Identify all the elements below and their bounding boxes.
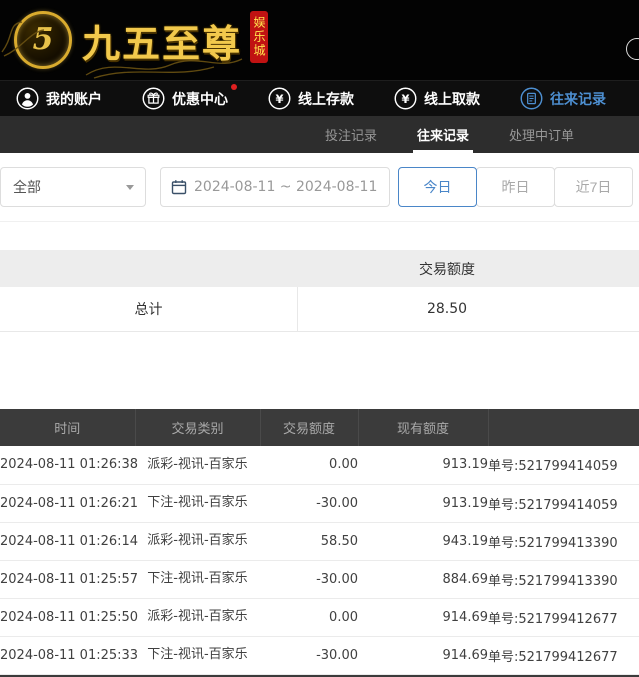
summary-table: 交易额度 总计 28.50	[0, 250, 639, 332]
cell-type: 派彩-视讯-百家乐	[135, 446, 260, 484]
col-header-type: 交易类别	[135, 409, 260, 446]
cell-order: 单号:521799412677	[488, 636, 639, 674]
records-section: 时间 交易类别 交易额度 现有额度 2024-08-11 01:26:38 派彩…	[0, 409, 639, 677]
table-row: 2024-08-11 01:25:33 下注-视讯-百家乐 -30.00 914…	[0, 636, 639, 674]
calendar-icon	[171, 179, 187, 195]
cell-time: 2024-08-11 01:26:14	[0, 522, 135, 560]
col-header-amount: 交易额度	[260, 409, 358, 446]
quick-range-group: 今日 昨日 近7日	[398, 167, 633, 207]
table-row: 2024-08-11 01:26:21 下注-视讯-百家乐 -30.00 913…	[0, 484, 639, 522]
cell-amount: 0.00	[260, 598, 358, 636]
tab-label: 处理中订单	[509, 125, 574, 144]
brand-tag: 娱乐城	[250, 11, 268, 63]
date-range-input[interactable]: 2024-08-11 ~ 2024-08-11	[160, 167, 390, 207]
svg-text:¥: ¥	[275, 92, 283, 106]
summary-total-row: 总计 28.50	[0, 287, 639, 332]
date-range-value: 2024-08-11 ~ 2024-08-11	[194, 179, 377, 195]
cell-balance: 914.69	[358, 636, 488, 674]
floating-widget-icon[interactable]	[626, 38, 639, 60]
col-header-time: 时间	[0, 409, 135, 446]
ornament-flourish-left	[0, 16, 60, 60]
nav-item-deposit[interactable]: ¥ 线上存款	[268, 87, 354, 110]
type-filter-value: 全部	[13, 177, 41, 197]
nav-item-withdraw[interactable]: ¥ 线上取款	[394, 87, 480, 110]
nav-label: 线上存款	[298, 89, 354, 109]
nav-label: 优惠中心	[172, 89, 228, 109]
nav-label: 线上取款	[424, 89, 480, 109]
col-header-order	[488, 409, 639, 446]
cell-amount: -30.00	[260, 560, 358, 598]
cell-amount: -30.00	[260, 484, 358, 522]
cell-amount: 0.00	[260, 446, 358, 484]
nav-label: 往来记录	[550, 89, 606, 109]
yesterday-button[interactable]: 昨日	[476, 167, 555, 207]
ornament-flourish-bottom	[84, 55, 244, 79]
cell-balance: 884.69	[358, 560, 488, 598]
chevron-down-icon	[126, 185, 134, 190]
cell-type: 派彩-视讯-百家乐	[135, 522, 260, 560]
filter-bar: 全部 2024-08-11 ~ 2024-08-11 今日 昨日 近7日	[0, 153, 639, 222]
cell-time: 2024-08-11 01:25:57	[0, 560, 135, 598]
summary-amount-header: 交易额度	[298, 259, 596, 279]
cell-amount: -30.00	[260, 636, 358, 674]
cell-type: 下注-视讯-百家乐	[135, 636, 260, 674]
records-icon	[520, 87, 543, 110]
subnav: 投注记录 往来记录 处理中订单	[0, 116, 639, 153]
main-nav: 我的账户 优惠中心 ¥ 线上存款 ¥ 线上取款	[0, 80, 639, 116]
user-icon	[16, 87, 39, 110]
cell-balance: 914.69	[358, 598, 488, 636]
tab-label: 投注记录	[325, 125, 377, 144]
cell-order: 单号:521799414059	[488, 446, 639, 484]
table-row: 2024-08-11 01:25:50 派彩-视讯-百家乐 0.00 914.6…	[0, 598, 639, 636]
last-7-days-button[interactable]: 近7日	[554, 167, 633, 207]
cell-type: 下注-视讯-百家乐	[135, 560, 260, 598]
cell-order: 单号:521799413390	[488, 560, 639, 598]
cell-time: 2024-08-11 01:26:21	[0, 484, 135, 522]
summary-header-row: 交易额度	[0, 250, 639, 287]
cell-order: 单号:521799413390	[488, 522, 639, 560]
cell-time: 2024-08-11 01:25:33	[0, 636, 135, 674]
cell-time: 2024-08-11 01:26:38	[0, 446, 135, 484]
cell-type: 下注-视讯-百家乐	[135, 484, 260, 522]
records-header-row: 时间 交易类别 交易额度 现有额度	[0, 409, 639, 446]
records-body: 2024-08-11 01:26:38 派彩-视讯-百家乐 0.00 913.1…	[0, 446, 639, 674]
cell-time: 2024-08-11 01:25:50	[0, 598, 135, 636]
nav-label: 我的账户	[46, 89, 102, 109]
cell-order: 单号:521799412677	[488, 598, 639, 636]
table-row: 2024-08-11 01:26:38 派彩-视讯-百家乐 0.00 913.1…	[0, 446, 639, 484]
svg-text:¥: ¥	[401, 92, 409, 106]
type-filter-select[interactable]: 全部	[0, 167, 146, 207]
table-row: 2024-08-11 01:25:57 下注-视讯-百家乐 -30.00 884…	[0, 560, 639, 598]
notification-dot	[231, 84, 237, 90]
cell-type: 派彩-视讯-百家乐	[135, 598, 260, 636]
tab-processing-orders[interactable]: 处理中订单	[509, 116, 574, 153]
cell-order: 单号:521799414059	[488, 484, 639, 522]
table-row: 2024-08-11 01:26:14 派彩-视讯-百家乐 58.50 943.…	[0, 522, 639, 560]
cell-amount: 58.50	[260, 522, 358, 560]
nav-item-records[interactable]: 往来记录	[520, 87, 606, 110]
brand-header: 5 九五至尊 娱乐城	[0, 0, 639, 80]
page: 5 九五至尊 娱乐城 我的账户 优惠中心	[0, 0, 639, 677]
withdraw-icon: ¥	[394, 87, 417, 110]
tab-betting-records[interactable]: 投注记录	[325, 116, 377, 153]
nav-item-promotions[interactable]: 优惠中心	[142, 87, 228, 110]
cell-balance: 913.19	[358, 484, 488, 522]
summary-total-label: 总计	[0, 287, 298, 331]
cell-balance: 943.19	[358, 522, 488, 560]
deposit-icon: ¥	[268, 87, 291, 110]
gift-icon	[142, 87, 165, 110]
summary-total-value: 28.50	[298, 287, 596, 331]
cell-balance: 913.19	[358, 446, 488, 484]
today-button[interactable]: 今日	[398, 167, 477, 207]
records-table: 时间 交易类别 交易额度 现有额度 2024-08-11 01:26:38 派彩…	[0, 409, 639, 675]
tab-transaction-records[interactable]: 往来记录	[417, 116, 469, 153]
col-header-balance: 现有额度	[358, 409, 488, 446]
tab-label: 往来记录	[417, 125, 469, 144]
nav-item-my-account[interactable]: 我的账户	[16, 87, 102, 110]
